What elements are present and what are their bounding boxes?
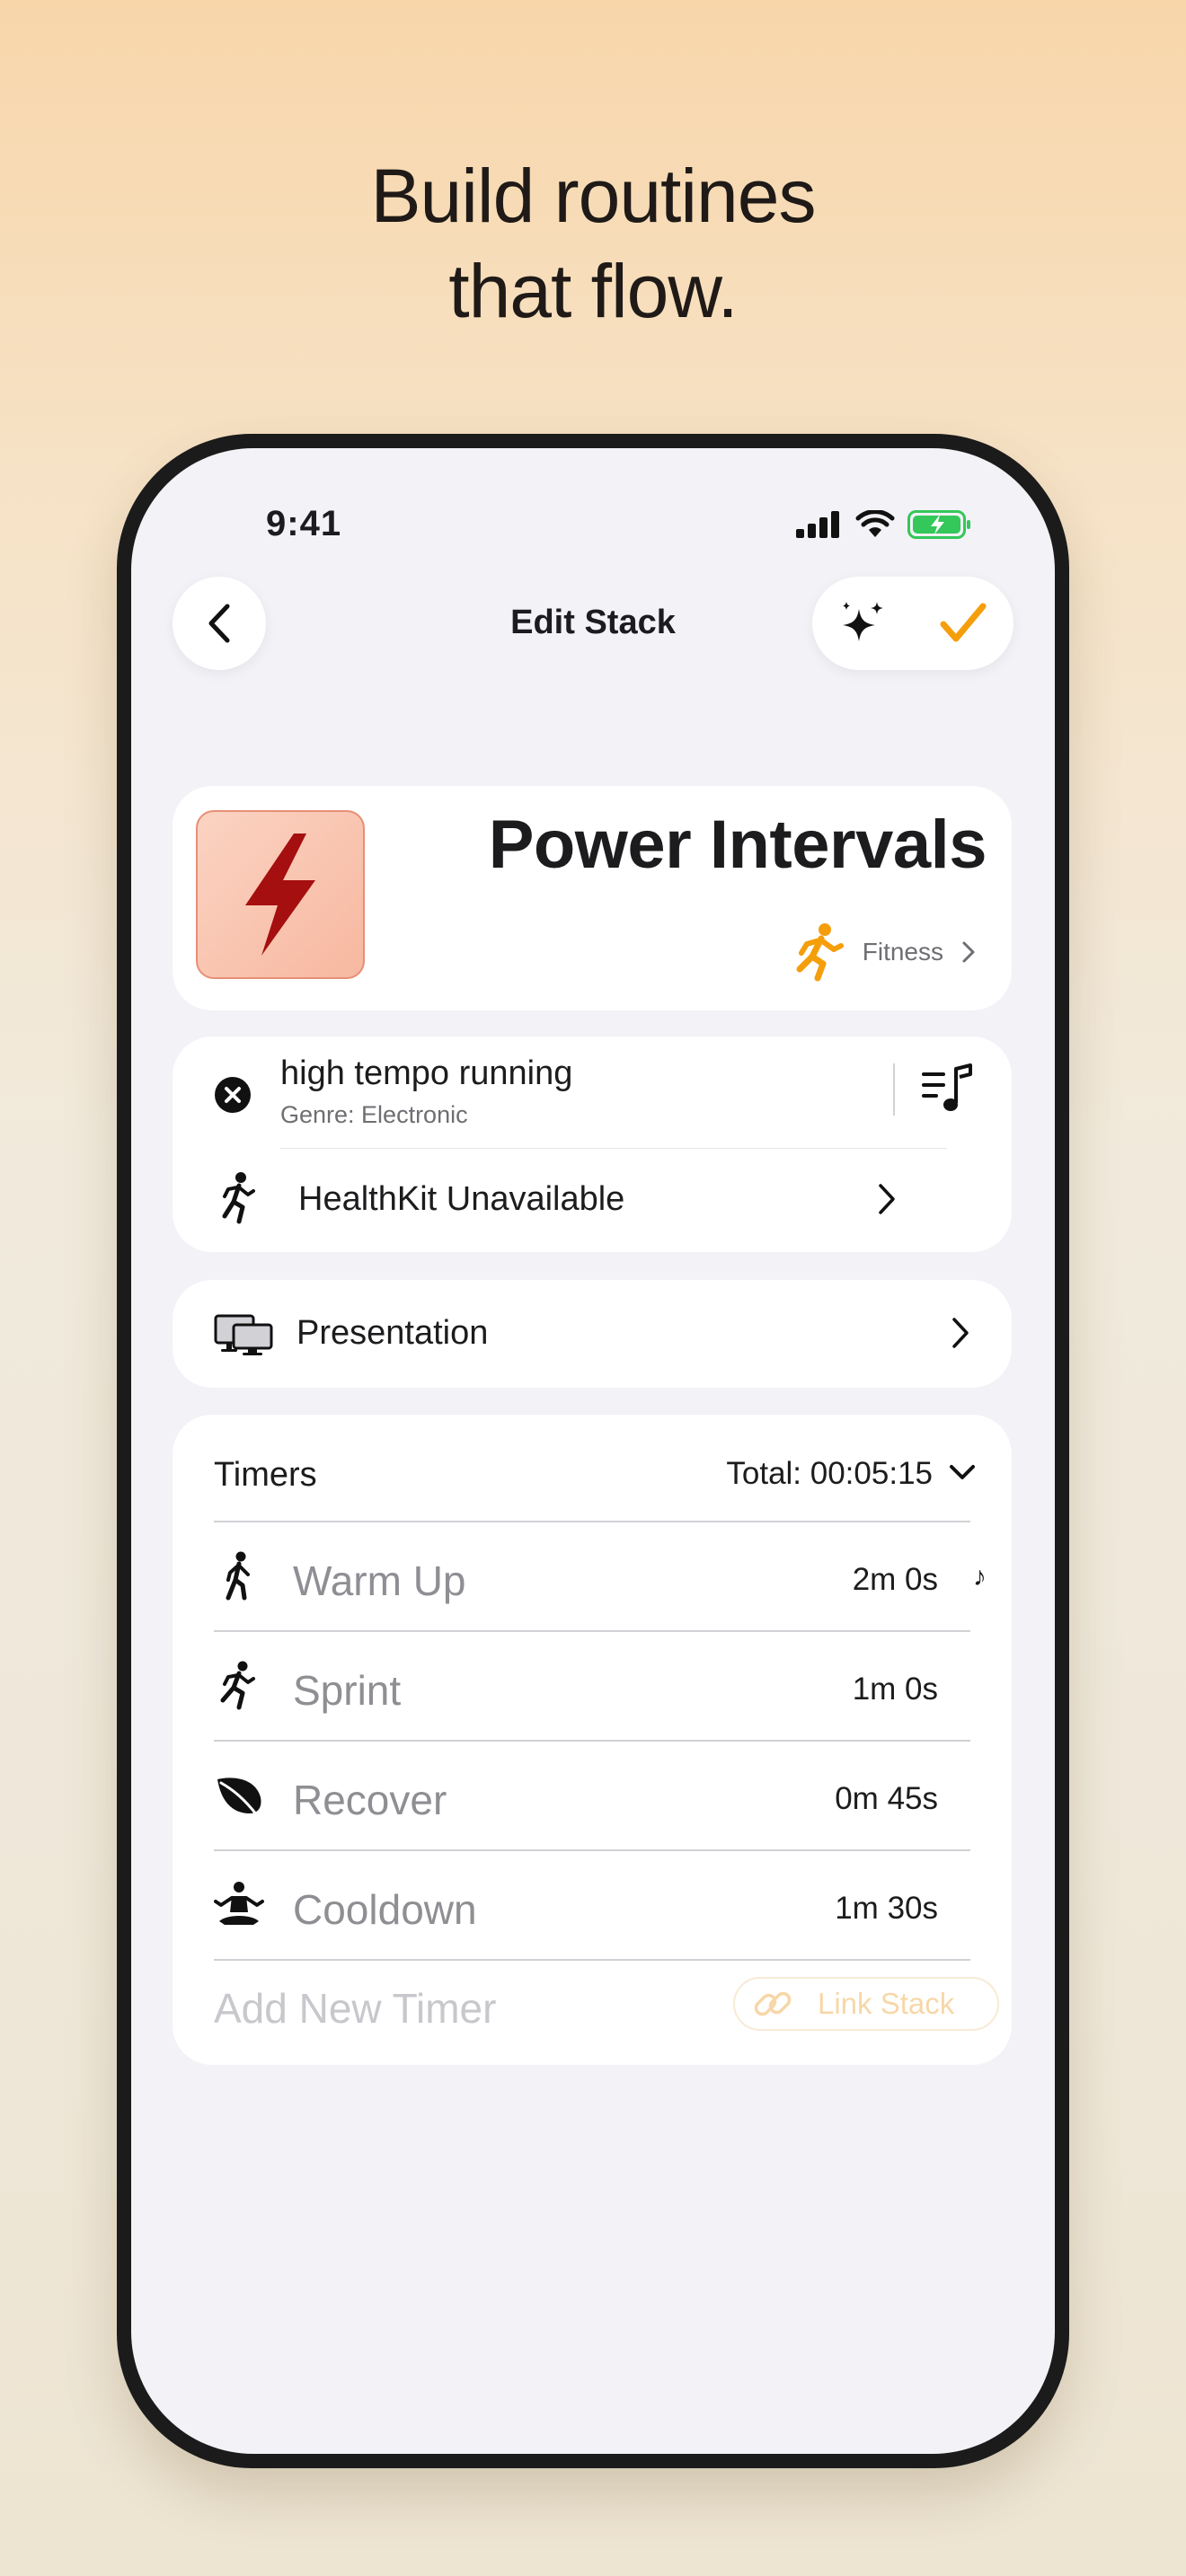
- bolt-icon: [245, 834, 315, 956]
- sparkles-icon: [843, 602, 883, 641]
- running-figure-icon: [220, 1661, 255, 1710]
- category-selector[interactable]: Fitness: [794, 922, 976, 982]
- link-stack-button[interactable]: Link Stack: [733, 1977, 999, 2031]
- headline-line-1: Build routines: [370, 154, 817, 238]
- walking-figure-icon: [226, 1551, 250, 1601]
- timer-row-recover[interactable]: Recover 0m 45s: [173, 1742, 1012, 1849]
- presentation-row[interactable]: Presentation: [173, 1280, 1012, 1388]
- status-time: 9:41: [266, 504, 342, 543]
- healthkit-row[interactable]: HealthKit Unavailable: [173, 1150, 1012, 1252]
- music-subtitle: Genre: Electronic: [280, 1101, 468, 1128]
- music-note-icon: ♪: [973, 1562, 987, 1592]
- wifi-icon: [855, 510, 895, 537]
- stack-icon-button[interactable]: [196, 810, 365, 979]
- phone-screen: 9:41 Edit Stack Power Intervals Fitness …: [131, 448, 1055, 2454]
- done-button[interactable]: [927, 587, 999, 659]
- timer-name: Warm Up: [293, 1557, 466, 1604]
- leaf-icon: [217, 1778, 261, 1817]
- nav-actions: [812, 577, 1013, 670]
- healthkit-label: HealthKit Unavailable: [298, 1180, 625, 1218]
- chevron-right-icon: [952, 1318, 969, 1348]
- chevron-down-icon[interactable]: [949, 1463, 976, 1481]
- timer-row-warm-up[interactable]: Warm Up 2m 0s ♪: [173, 1522, 1012, 1630]
- running-figure-icon: [222, 1172, 255, 1224]
- category-label: Fitness: [862, 938, 943, 966]
- timers-label: Timers: [214, 1456, 317, 1494]
- link-stack-label: Link Stack: [818, 1987, 955, 2020]
- displays-icon: [214, 1314, 273, 1355]
- headline-line-2: that flow.: [448, 249, 739, 333]
- stack-title[interactable]: Power Intervals: [489, 806, 987, 884]
- timer-duration: 1m 30s: [835, 1891, 938, 1926]
- running-figure-icon: [796, 923, 844, 982]
- battery-charging-icon: [907, 510, 970, 539]
- headline: Build routines that flow.: [0, 148, 1186, 339]
- chevron-right-icon: [879, 1184, 895, 1214]
- music-health-card: high tempo running Genre: Electronic Hea…: [173, 1037, 1012, 1252]
- ai-generate-button[interactable]: [827, 587, 898, 659]
- presentation-label: Presentation: [296, 1314, 489, 1352]
- status-icons: [796, 509, 972, 540]
- clear-music-icon[interactable]: [214, 1076, 252, 1114]
- vertical-divider: [893, 1063, 895, 1116]
- separator: [214, 1959, 970, 1961]
- timers-card: Timers Total: 00:05:15 Warm Up 2m 0s ♪ S…: [173, 1415, 1012, 2065]
- music-playlist-icon[interactable]: [918, 1060, 976, 1117]
- link-icon: [754, 1991, 792, 2016]
- checkmark-icon: [940, 603, 987, 642]
- stack-header-card: Power Intervals Fitness: [173, 786, 1012, 1010]
- signal-icon: [796, 511, 839, 538]
- timer-name: Cooldown: [293, 1886, 477, 1933]
- timer-row-sprint[interactable]: Sprint 1m 0s: [173, 1632, 1012, 1740]
- timer-name: Recover: [293, 1777, 447, 1823]
- timer-row-cooldown[interactable]: Cooldown 1m 30s: [173, 1851, 1012, 1959]
- timer-duration: 1m 0s: [852, 1672, 938, 1707]
- music-row[interactable]: high tempo running Genre: Electronic: [173, 1037, 1012, 1137]
- timers-total: Total: 00:05:15: [726, 1456, 933, 1491]
- timer-name: Sprint: [293, 1667, 402, 1714]
- chevron-right-icon: [962, 941, 975, 963]
- timer-duration: 2m 0s: [852, 1562, 938, 1597]
- separator: [280, 1148, 947, 1149]
- meditation-figure-icon: [214, 1882, 264, 1925]
- add-timer-input[interactable]: Add New Timer: [214, 1984, 496, 2033]
- phone-frame: 9:41 Edit Stack Power Intervals Fitness …: [117, 434, 1069, 2468]
- timer-duration: 0m 45s: [835, 1781, 938, 1816]
- music-title: high tempo running: [280, 1054, 573, 1092]
